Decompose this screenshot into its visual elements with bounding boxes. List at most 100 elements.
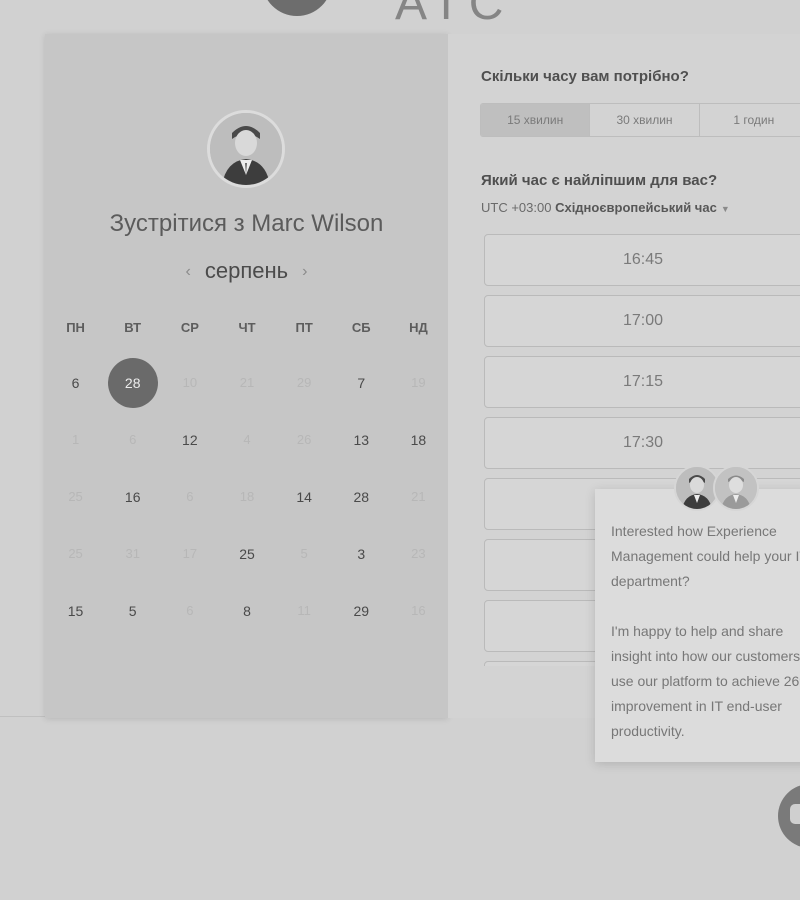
day-number: 19 <box>411 375 426 390</box>
day-number: 15 <box>67 602 84 619</box>
day-cell: 18 <box>218 468 275 525</box>
chat-popup[interactable]: Interested how Experience Management coul… <box>595 489 800 762</box>
duration-option[interactable]: 30 хвилин <box>590 104 700 136</box>
day-number: 14 <box>296 488 312 505</box>
chat-line: I'm happy to help and share <box>611 623 784 639</box>
day-cell[interactable]: 12 <box>161 411 218 468</box>
chat-line: insight into how our customers <box>611 648 800 664</box>
weekday-label: НД <box>409 320 428 335</box>
chat-line: productivity. <box>611 723 685 739</box>
day-cell: 31 <box>104 525 161 582</box>
prev-month-icon[interactable]: ‹ <box>172 263 205 280</box>
day-number: 13 <box>353 431 370 448</box>
day-cell: 25 <box>47 468 104 525</box>
weekday-label: СР <box>180 320 199 335</box>
day-cell[interactable]: 25 <box>218 525 275 582</box>
day-cell: 5 <box>276 525 333 582</box>
logo-icon <box>262 0 332 16</box>
calendar-card: Зустрітися з Marc Wilson ‹ серпень › ПН ВТ С… <box>45 34 448 718</box>
day-cell: 10 <box>161 354 218 411</box>
day-cell: 29 <box>276 354 333 411</box>
day-number: 6 <box>186 603 194 618</box>
duration-selector: 15 хвилин 30 хвилин 1 годин <box>480 103 800 137</box>
duration-option[interactable]: 15 хвилин <box>481 104 591 136</box>
month-navigator: ‹ серпень › <box>45 258 448 284</box>
time-slot-button[interactable]: 16:45 <box>484 234 800 286</box>
day-cell[interactable]: 6 <box>47 354 104 411</box>
time-question: Який час є найліпшим для вас? <box>481 172 718 189</box>
day-cell: 17 <box>161 525 218 582</box>
weekday-label: ПТ <box>295 320 313 335</box>
day-cell: 4 <box>218 411 275 468</box>
day-number: 5 <box>128 602 137 619</box>
day-number: 12 <box>182 431 198 448</box>
chat-launcher-button[interactable] <box>778 784 800 848</box>
day-number: 31 <box>125 546 140 561</box>
time-slot-button[interactable]: 17:30 <box>484 417 800 469</box>
day-number: 25 <box>68 489 83 504</box>
day-cell: 21 <box>390 468 447 525</box>
time-slot-button[interactable]: 17:00 <box>484 295 800 347</box>
time-slot-button[interactable]: 17:15 <box>484 356 800 408</box>
day-cell[interactable]: 14 <box>276 468 333 525</box>
day-cell[interactable]: 18 <box>390 411 447 468</box>
day-cell: 16 <box>390 582 447 639</box>
host-avatar <box>207 110 285 188</box>
day-cell: 23 <box>390 525 447 582</box>
day-number: 18 <box>410 431 427 448</box>
chat-line <box>611 594 800 619</box>
day-number: 21 <box>239 375 255 390</box>
day-cell: 11 <box>276 582 333 639</box>
day-cell[interactable]: 3 <box>333 525 390 582</box>
day-cell[interactable]: 16 <box>104 468 161 525</box>
day-number: 26 <box>296 432 312 447</box>
calendar-grid: 6 28 10 21 29 7 19 1 6 12 4 26 13 18 25 16 6 18 14 28 21 25 31… <box>47 354 447 639</box>
day-number: 8 <box>243 602 251 619</box>
chat-line: department? <box>611 573 690 589</box>
day-cell: 21 <box>218 354 275 411</box>
day-cell[interactable]: 15 <box>47 582 104 639</box>
day-cell-selected[interactable]: 28 <box>104 354 161 411</box>
day-cell: 6 <box>161 582 218 639</box>
duration-option[interactable]: 1 годин <box>700 104 800 136</box>
day-number: 28 <box>353 488 370 505</box>
day-cell[interactable]: 28 <box>333 468 390 525</box>
weekday-header: ПН ВТ СР ЧТ ПТ СБ НД <box>47 320 447 335</box>
day-number: 25 <box>239 545 255 562</box>
day-cell[interactable]: 7 <box>333 354 390 411</box>
day-cell: 19 <box>390 354 447 411</box>
caret-down-icon: ▼ <box>720 204 730 214</box>
timezone-name: Східноєвропейський час <box>555 200 717 215</box>
day-number: 25 <box>68 546 83 561</box>
day-number: 23 <box>411 546 426 561</box>
day-cell[interactable]: 13 <box>333 411 390 468</box>
day-cell: 26 <box>276 411 333 468</box>
next-month-icon[interactable]: › <box>288 263 321 280</box>
day-number: 3 <box>357 545 366 562</box>
weekday-label: СБ <box>351 320 371 335</box>
day-cell[interactable]: 8 <box>218 582 275 639</box>
day-cell[interactable]: 29 <box>333 582 390 639</box>
divider <box>0 716 45 717</box>
person-icon <box>676 467 718 509</box>
day-number: 6 <box>129 432 137 447</box>
day-cell[interactable]: 5 <box>104 582 161 639</box>
day-number: 21 <box>411 489 426 504</box>
day-number: 6 <box>71 374 80 391</box>
chat-line: Management could help your IT <box>611 548 800 564</box>
day-cell: 6 <box>104 411 161 468</box>
chat-message: Interested how Experience Management coul… <box>611 519 800 744</box>
agent-avatar-2 <box>713 465 759 511</box>
meeting-title: Зустрітися з Marc Wilson <box>109 210 384 237</box>
weekday-label: ВТ <box>124 320 142 335</box>
chat-line: improvement in IT end-user <box>611 698 782 714</box>
weekday-label: ЧТ <box>238 320 256 335</box>
day-number: 29 <box>353 602 370 619</box>
chat-bubble-icon <box>790 804 800 824</box>
day-number: 16 <box>411 603 426 618</box>
timezone-select[interactable]: UTC +03:00 Східноєвропейський час ▼ <box>481 200 730 215</box>
day-number: 1 <box>71 432 80 447</box>
day-number: 17 <box>182 546 198 561</box>
month-label: серпень <box>204 258 289 283</box>
day-number: 28 <box>107 357 158 408</box>
